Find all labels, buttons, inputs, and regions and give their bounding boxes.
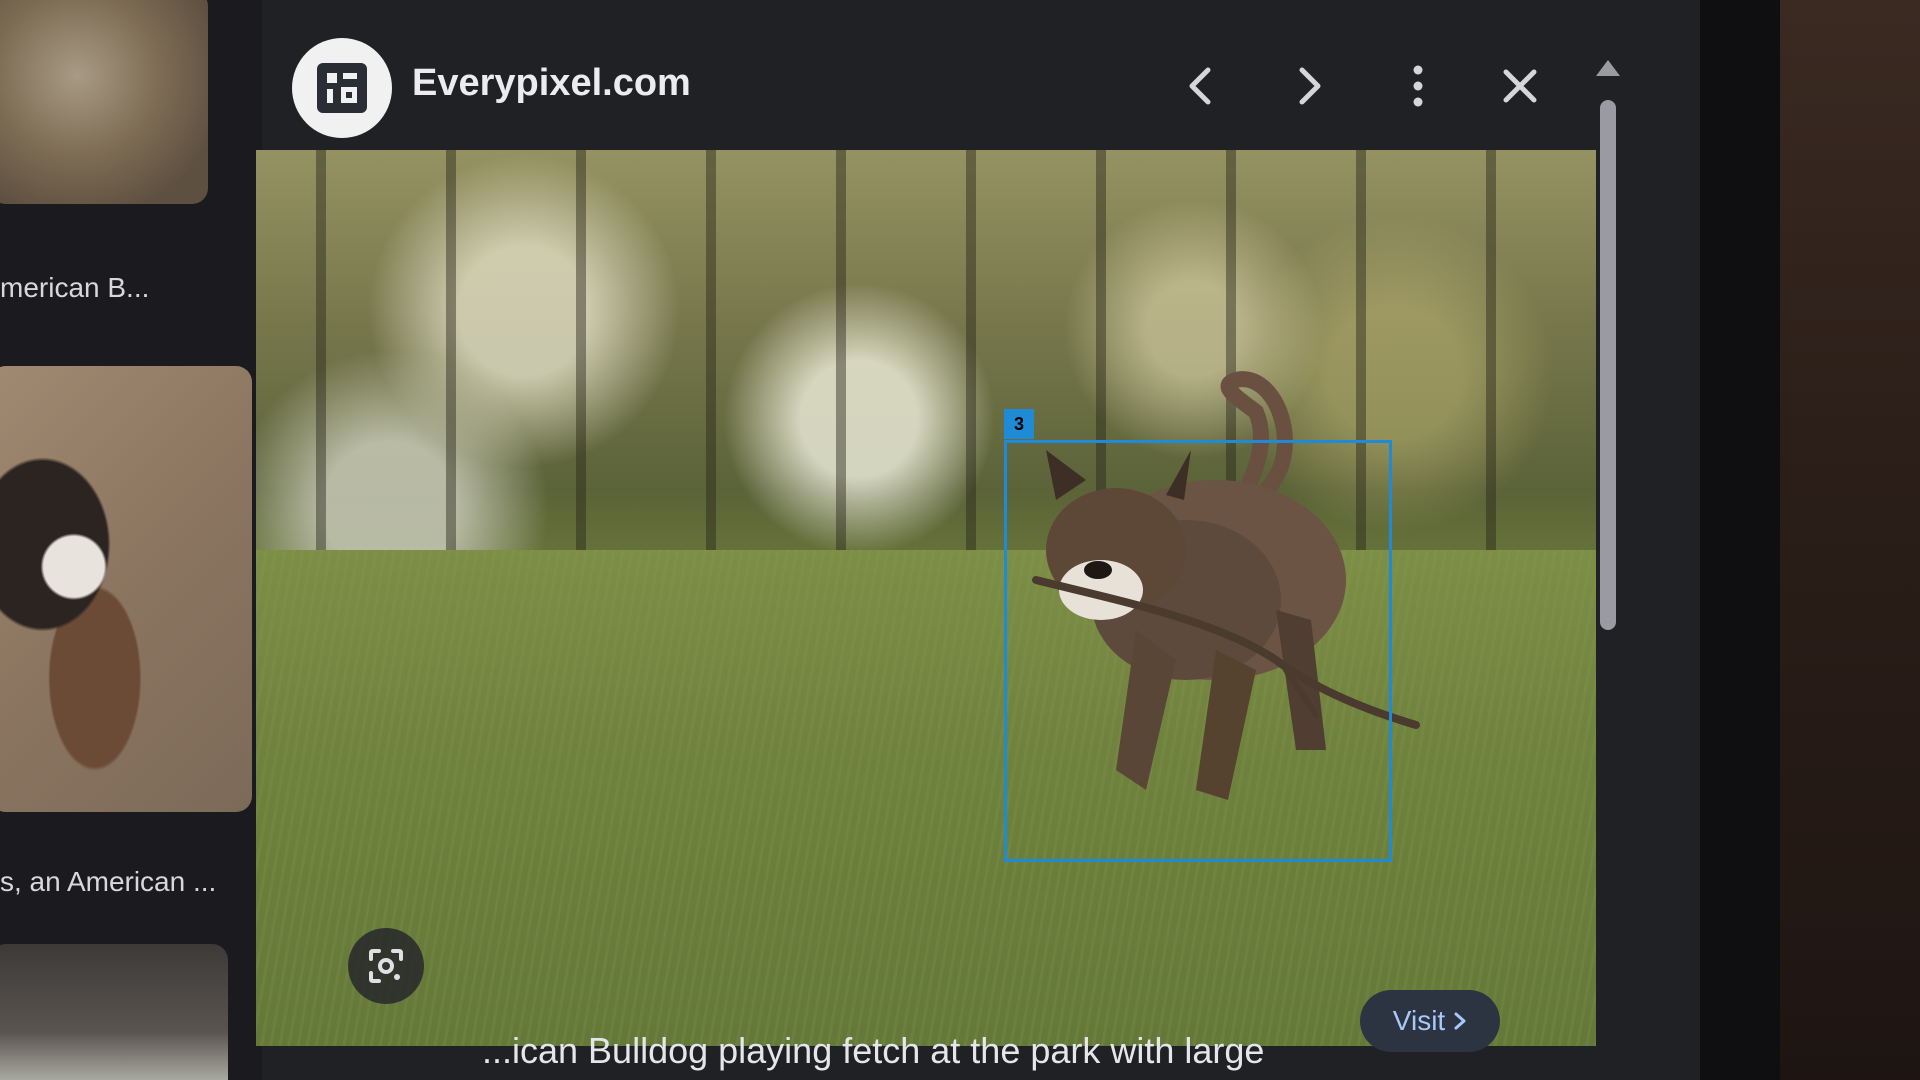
room-background bbox=[1780, 0, 1920, 1080]
lens-icon bbox=[369, 949, 403, 983]
scrollbar-thumb[interactable] bbox=[1600, 100, 1616, 630]
result-thumbnail[interactable] bbox=[0, 366, 252, 812]
screen: merican B... s, an American ... Everypix… bbox=[0, 0, 1920, 1080]
more-vert-icon bbox=[1413, 65, 1423, 107]
image-title[interactable]: ...ican Bulldog playing fetch at the par… bbox=[482, 1030, 1264, 1072]
source-name[interactable]: Everypixel.com bbox=[412, 62, 691, 105]
close-icon bbox=[1503, 69, 1537, 103]
scrollbar[interactable] bbox=[1596, 60, 1620, 640]
detection-bounding-box[interactable]: 3 bbox=[1004, 409, 1392, 862]
chevron-right-icon bbox=[1454, 1012, 1466, 1030]
chevron-right-icon bbox=[1299, 67, 1321, 105]
scroll-up-arrow-icon[interactable] bbox=[1596, 60, 1620, 76]
results-column: merican B... s, an American ... bbox=[0, 0, 262, 1080]
chevron-left-icon bbox=[1189, 67, 1211, 105]
result-thumbnail[interactable] bbox=[0, 0, 208, 204]
result-thumbnail[interactable] bbox=[0, 944, 228, 1080]
dog-illustration bbox=[1032, 371, 1420, 800]
previous-button[interactable] bbox=[1170, 56, 1230, 116]
result-caption[interactable]: merican B... bbox=[0, 272, 240, 304]
visit-button-label: Visit bbox=[1392, 1005, 1446, 1036]
close-button[interactable] bbox=[1490, 56, 1550, 116]
lens-search-button[interactable] bbox=[348, 928, 424, 1004]
main-image[interactable]: 3 bbox=[256, 150, 1596, 1046]
image-viewer-panel: Everypixel.com 3 ...ican Bulldog playing… bbox=[256, 0, 1700, 1080]
visit-button[interactable]: Visit bbox=[1360, 990, 1500, 1052]
more-options-button[interactable] bbox=[1388, 56, 1448, 116]
monitor-bezel bbox=[1700, 0, 1780, 1080]
source-logo[interactable] bbox=[292, 38, 392, 138]
viewer-header: Everypixel.com bbox=[262, 0, 1700, 152]
detection-label: 3 bbox=[1004, 409, 1034, 439]
everypixel-logo-icon bbox=[317, 63, 367, 113]
result-caption[interactable]: s, an American ... bbox=[0, 866, 262, 898]
next-button[interactable] bbox=[1280, 56, 1340, 116]
